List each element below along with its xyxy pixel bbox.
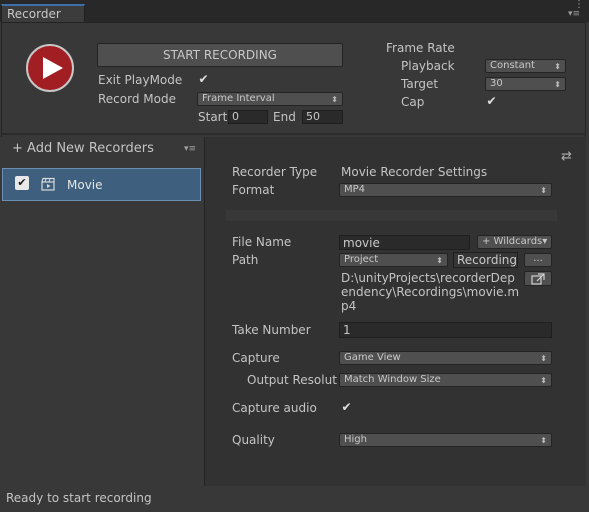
end-frame-label: End [273,110,296,124]
open-folder-button[interactable] [524,271,552,286]
capture-value: Game View [344,352,401,363]
preset-settings-icon[interactable]: ⇄ [561,149,572,165]
check-icon: ✔ [341,400,352,414]
exit-playmode-checkbox[interactable]: ✔ [197,73,210,86]
output-resolution-dropdown[interactable]: Match Window Size ⬍ [339,373,552,387]
add-recorder-menu-icon[interactable]: ▾≡ [184,141,196,157]
open-external-icon [531,273,545,285]
capture-audio-checkbox[interactable]: ✔ [340,401,353,414]
frame-rate-title: Frame Rate [386,41,455,55]
recorder-name: Movie [67,178,103,192]
add-new-recorders-button[interactable]: + Add New Recorders [12,141,154,157]
dropdown-arrow-icon: ⬍ [540,376,547,385]
path-location-dropdown[interactable]: Project ⬍ [339,253,448,267]
recorder-type-value: Movie Recorder Settings [341,165,488,179]
file-name-field[interactable]: movie [339,235,470,250]
output-resolution-value: Match Window Size [344,374,441,385]
capture-audio-label: Capture audio [232,401,317,415]
window-titlebar [0,0,589,22]
recorder-list-item[interactable]: ✔ Movie [2,168,201,201]
clapperboard-icon [41,177,55,191]
wildcards-button[interactable]: + Wildcards▾ [477,235,552,249]
recorder-enabled-checkbox[interactable]: ✔ [15,176,29,190]
path-label: Path [232,253,259,267]
browse-folder-button[interactable]: ... [524,253,552,267]
record-mode-label: Record Mode [98,92,176,106]
record-mode-value: Frame Interval [202,93,275,104]
format-dropdown[interactable]: MP4 ⬍ [339,183,552,197]
section-divider [1,133,586,135]
target-dropdown[interactable]: 30 ⬍ [485,77,566,91]
cap-label: Cap [401,95,425,109]
take-number-field[interactable]: 1 [339,322,552,338]
dropdown-arrow-icon: ⬍ [436,256,443,265]
playback-dropdown[interactable]: Constant ⬍ [485,59,566,73]
record-mode-dropdown[interactable]: Frame Interval ⬍ [197,92,343,106]
path-folder-field[interactable]: Recording [453,252,518,268]
start-frame-label: Start [198,110,228,124]
playback-label: Playback [401,59,455,73]
full-path-line-3: p4 [341,299,357,313]
capture-dropdown[interactable]: Game View ⬍ [339,351,552,365]
start-frame-field[interactable]: 0 [228,110,268,124]
status-text: Ready to start recording [6,491,152,505]
target-value: 30 [490,78,503,89]
dropdown-arrow-icon: ⬍ [540,186,547,195]
path-location-value: Project [344,254,379,265]
dropdown-arrow-icon: ⬍ [554,80,561,89]
end-frame-field[interactable]: 50 [302,110,343,124]
check-icon: ✔ [198,72,209,86]
capture-label: Capture [232,351,280,365]
record-play-icon[interactable] [26,44,74,92]
tab-menu-icon[interactable]: ▾≡ [568,10,582,19]
recorder-type-label: Recorder Type [232,165,318,179]
format-label: Format [232,183,275,197]
target-label: Target [401,77,439,91]
quality-dropdown[interactable]: High ⬍ [339,433,552,447]
dropdown-arrow-icon: ⬍ [540,436,547,445]
dropdown-arrow-icon: ⬍ [331,95,338,104]
full-path-line-2: endency\Recordings\movie.m [341,285,520,299]
quality-label: Quality [232,433,275,447]
check-icon: ✔ [486,94,497,108]
take-number-label: Take Number [232,323,311,337]
quality-value: High [344,434,367,445]
output-resolution-label: Output Resolutio [247,373,337,387]
format-value: MP4 [344,184,366,195]
play-triangle-icon [43,57,63,79]
start-recording-button[interactable]: START RECORDING [97,43,343,67]
exit-playmode-label: Exit PlayMode [98,73,183,87]
cap-checkbox[interactable]: ✔ [485,95,498,108]
dropdown-arrow-icon: ⬍ [554,62,561,71]
file-name-label: File Name [232,235,292,249]
check-icon: ✔ [17,176,27,189]
dropdown-arrow-icon: ⬍ [540,354,547,363]
section-separator [226,210,557,221]
window-tab[interactable]: Recorder [1,4,85,22]
playback-value: Constant [490,60,535,71]
